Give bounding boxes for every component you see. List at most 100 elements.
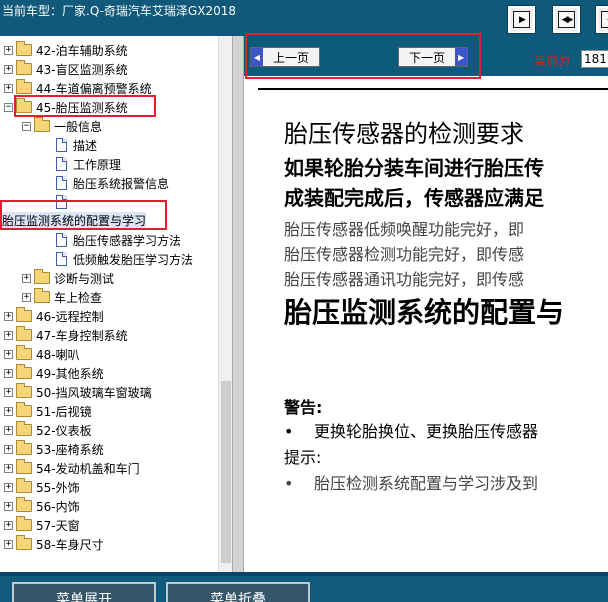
scrollbar-thumb[interactable] — [221, 381, 231, 563]
expand-toggle-icon[interactable]: + — [4, 425, 13, 435]
tree-item-alarm-info[interactable]: 胎压系统报警信息 — [56, 174, 169, 192]
expand-button[interactable]: ◀▶ — [552, 5, 581, 34]
tree-item-sensor-learning[interactable]: 胎压传感器学习方法 — [56, 231, 181, 249]
tree-item-onboard-check[interactable]: + 车上检查 — [22, 288, 102, 306]
expand-toggle-icon[interactable]: + — [4, 349, 13, 359]
prev-page-button[interactable]: ◀ 上一页 — [250, 47, 321, 67]
tree-item-47[interactable]: + 47-车身控制系统 — [4, 326, 128, 344]
next-page-button[interactable]: 下一页 ▶ — [398, 47, 469, 67]
expand-toggle-icon[interactable]: + — [4, 330, 13, 340]
document-icon — [56, 138, 67, 152]
document-icon — [56, 176, 67, 190]
tree-item-50[interactable]: + 50-挡风玻璃车窗玻璃 — [4, 383, 152, 401]
folder-icon — [16, 402, 32, 417]
tree-item-46[interactable]: + 46-远程控制 — [4, 307, 104, 325]
expand-toggle-icon[interactable]: + — [4, 387, 13, 397]
tree-item-label: 54-发动机盖和车门 — [36, 461, 140, 476]
document-icon — [56, 252, 67, 266]
forward-button[interactable]: ▶ — [507, 5, 536, 34]
folder-icon — [16, 459, 32, 474]
collapse-toggle-icon[interactable]: − — [4, 102, 13, 112]
folder-icon — [16, 345, 32, 360]
menu-expand-button[interactable]: 菜单展开 — [12, 582, 156, 602]
tree-scrollbar[interactable] — [218, 36, 232, 572]
page-number-input[interactable] — [581, 50, 608, 68]
expand-toggle-icon[interactable]: + — [4, 444, 13, 454]
folder-open-icon — [34, 117, 50, 132]
expand-toggle-icon[interactable]: + — [4, 501, 13, 511]
expand-toggle-icon[interactable]: + — [4, 311, 13, 321]
tree-item-56[interactable]: + 56-内饰 — [4, 497, 80, 515]
tree-item-43[interactable]: + 43-盲区监测系统 — [4, 60, 128, 78]
expand-toggle-icon[interactable]: + — [4, 368, 13, 378]
panel-splitter[interactable] — [232, 36, 244, 572]
tree-item-config-learning[interactable]: 胎压监测系统的配置与学习 — [2, 211, 147, 229]
expand-toggle-icon[interactable]: + — [4, 406, 13, 416]
tree-item-label: 一般信息 — [54, 119, 103, 134]
body-text: 如果轮胎分装车间进行胎压传 — [284, 156, 544, 180]
divider-line — [258, 88, 608, 90]
tree-item-42[interactable]: + 42-泊车辅助系统 — [4, 41, 128, 59]
tree-item-44[interactable]: + 44-车道偏离预警系统 — [4, 79, 152, 97]
folder-icon — [16, 41, 32, 56]
folder-open-icon — [16, 98, 32, 113]
title-bar: 当前车型：厂家.Q-奇瑞汽车艾瑞泽GX2018 ▶ ◀▶ ◀ — [0, 0, 608, 36]
expand-toggle-icon[interactable]: + — [4, 45, 13, 55]
document-icon — [56, 195, 67, 209]
tree-item-label: 58-车身尺寸 — [36, 537, 104, 552]
menu-collapse-label: 菜单折叠 — [210, 592, 266, 602]
body-text: 胎压传感器低频唤醒功能完好，即 — [284, 220, 525, 239]
tree-item-general-info[interactable]: − 一般信息 — [22, 117, 102, 135]
tree-item-label: 工作原理 — [73, 157, 122, 172]
folder-icon — [16, 535, 32, 550]
expand-toggle-icon[interactable]: + — [4, 482, 13, 492]
tree-item-53[interactable]: + 53-座椅系统 — [4, 440, 104, 458]
tree-item-description[interactable]: 描述 — [56, 136, 97, 154]
expand-toggle-icon[interactable]: + — [4, 64, 13, 74]
menu-collapse-button[interactable]: 菜单折叠 — [166, 582, 310, 602]
expand-toggle-icon[interactable]: + — [22, 273, 31, 283]
body-text: 胎压传感器检测功能完好，即传感 — [284, 245, 525, 264]
tree-item-lf-learning[interactable]: 低频触发胎压学习方法 — [56, 250, 193, 268]
tree-item-label: 50-挡风玻璃车窗玻璃 — [36, 385, 152, 400]
tree-item-label: 低频触发胎压学习方法 — [73, 252, 194, 267]
folder-icon — [16, 421, 32, 436]
folder-icon — [16, 60, 32, 75]
tree-item-52[interactable]: + 52-仪表板 — [4, 421, 92, 439]
tree-item-blank[interactable] — [56, 193, 73, 211]
page-nav-bar: ◀ 上一页 下一页 ▶ 当前为 — [244, 36, 608, 76]
tree-item-label: 诊断与测试 — [54, 271, 115, 286]
tree-item-51[interactable]: + 51-后视镜 — [4, 402, 92, 420]
expand-toggle-icon[interactable]: + — [4, 463, 13, 473]
tree-item-label: 描述 — [73, 138, 98, 153]
back-button[interactable]: ◀ — [595, 5, 608, 34]
tree-item-57[interactable]: + 57-天窗 — [4, 516, 80, 534]
section-heading: 胎压传感器的检测要求 — [284, 120, 524, 148]
arrow-right-icon: ▶ — [513, 11, 530, 28]
arrow-left-icon: ◀ — [601, 11, 608, 28]
collapse-toggle-icon[interactable]: − — [22, 121, 31, 131]
expand-toggle-icon[interactable]: + — [22, 292, 31, 302]
warning-item-text: 更换轮胎换位、更换胎压传感器 — [314, 422, 539, 441]
tree-item-49[interactable]: + 49-其他系统 — [4, 364, 104, 382]
tree-item-58[interactable]: + 58-车身尺寸 — [4, 535, 104, 553]
tree-item-45[interactable]: − 45-胎压监测系统 — [4, 98, 128, 116]
document-icon — [56, 157, 67, 171]
body-text: 成装配完成后，传感器应满足 — [284, 186, 544, 210]
tree-item-diagnosis[interactable]: + 诊断与测试 — [22, 269, 114, 287]
tree-item-label: 42-泊车辅助系统 — [36, 43, 128, 58]
tree-item-label: 48-喇叭 — [36, 347, 80, 362]
document-pane: ◀ 上一页 下一页 ▶ 当前为 胎压传感器的检测要求 如果轮胎分装车间进行胎压传… — [244, 36, 608, 572]
expand-toggle-icon[interactable]: + — [4, 83, 13, 93]
tree-item-54[interactable]: + 54-发动机盖和车门 — [4, 459, 140, 477]
expand-toggle-icon[interactable]: + — [4, 520, 13, 530]
expand-toggle-icon[interactable]: + — [4, 539, 13, 549]
tree-item-48[interactable]: + 48-喇叭 — [4, 345, 80, 363]
folder-icon — [16, 497, 32, 512]
tree-item-working-principle[interactable]: 工作原理 — [56, 155, 121, 173]
tree-item-55[interactable]: + 55-外饰 — [4, 478, 80, 496]
tree-item-label: 43-盲区监测系统 — [36, 62, 128, 77]
tree-item-label: 胎压监测系统的配置与学习 — [2, 211, 147, 229]
folder-icon — [16, 326, 32, 341]
prev-page-label: 上一页 — [273, 50, 310, 65]
